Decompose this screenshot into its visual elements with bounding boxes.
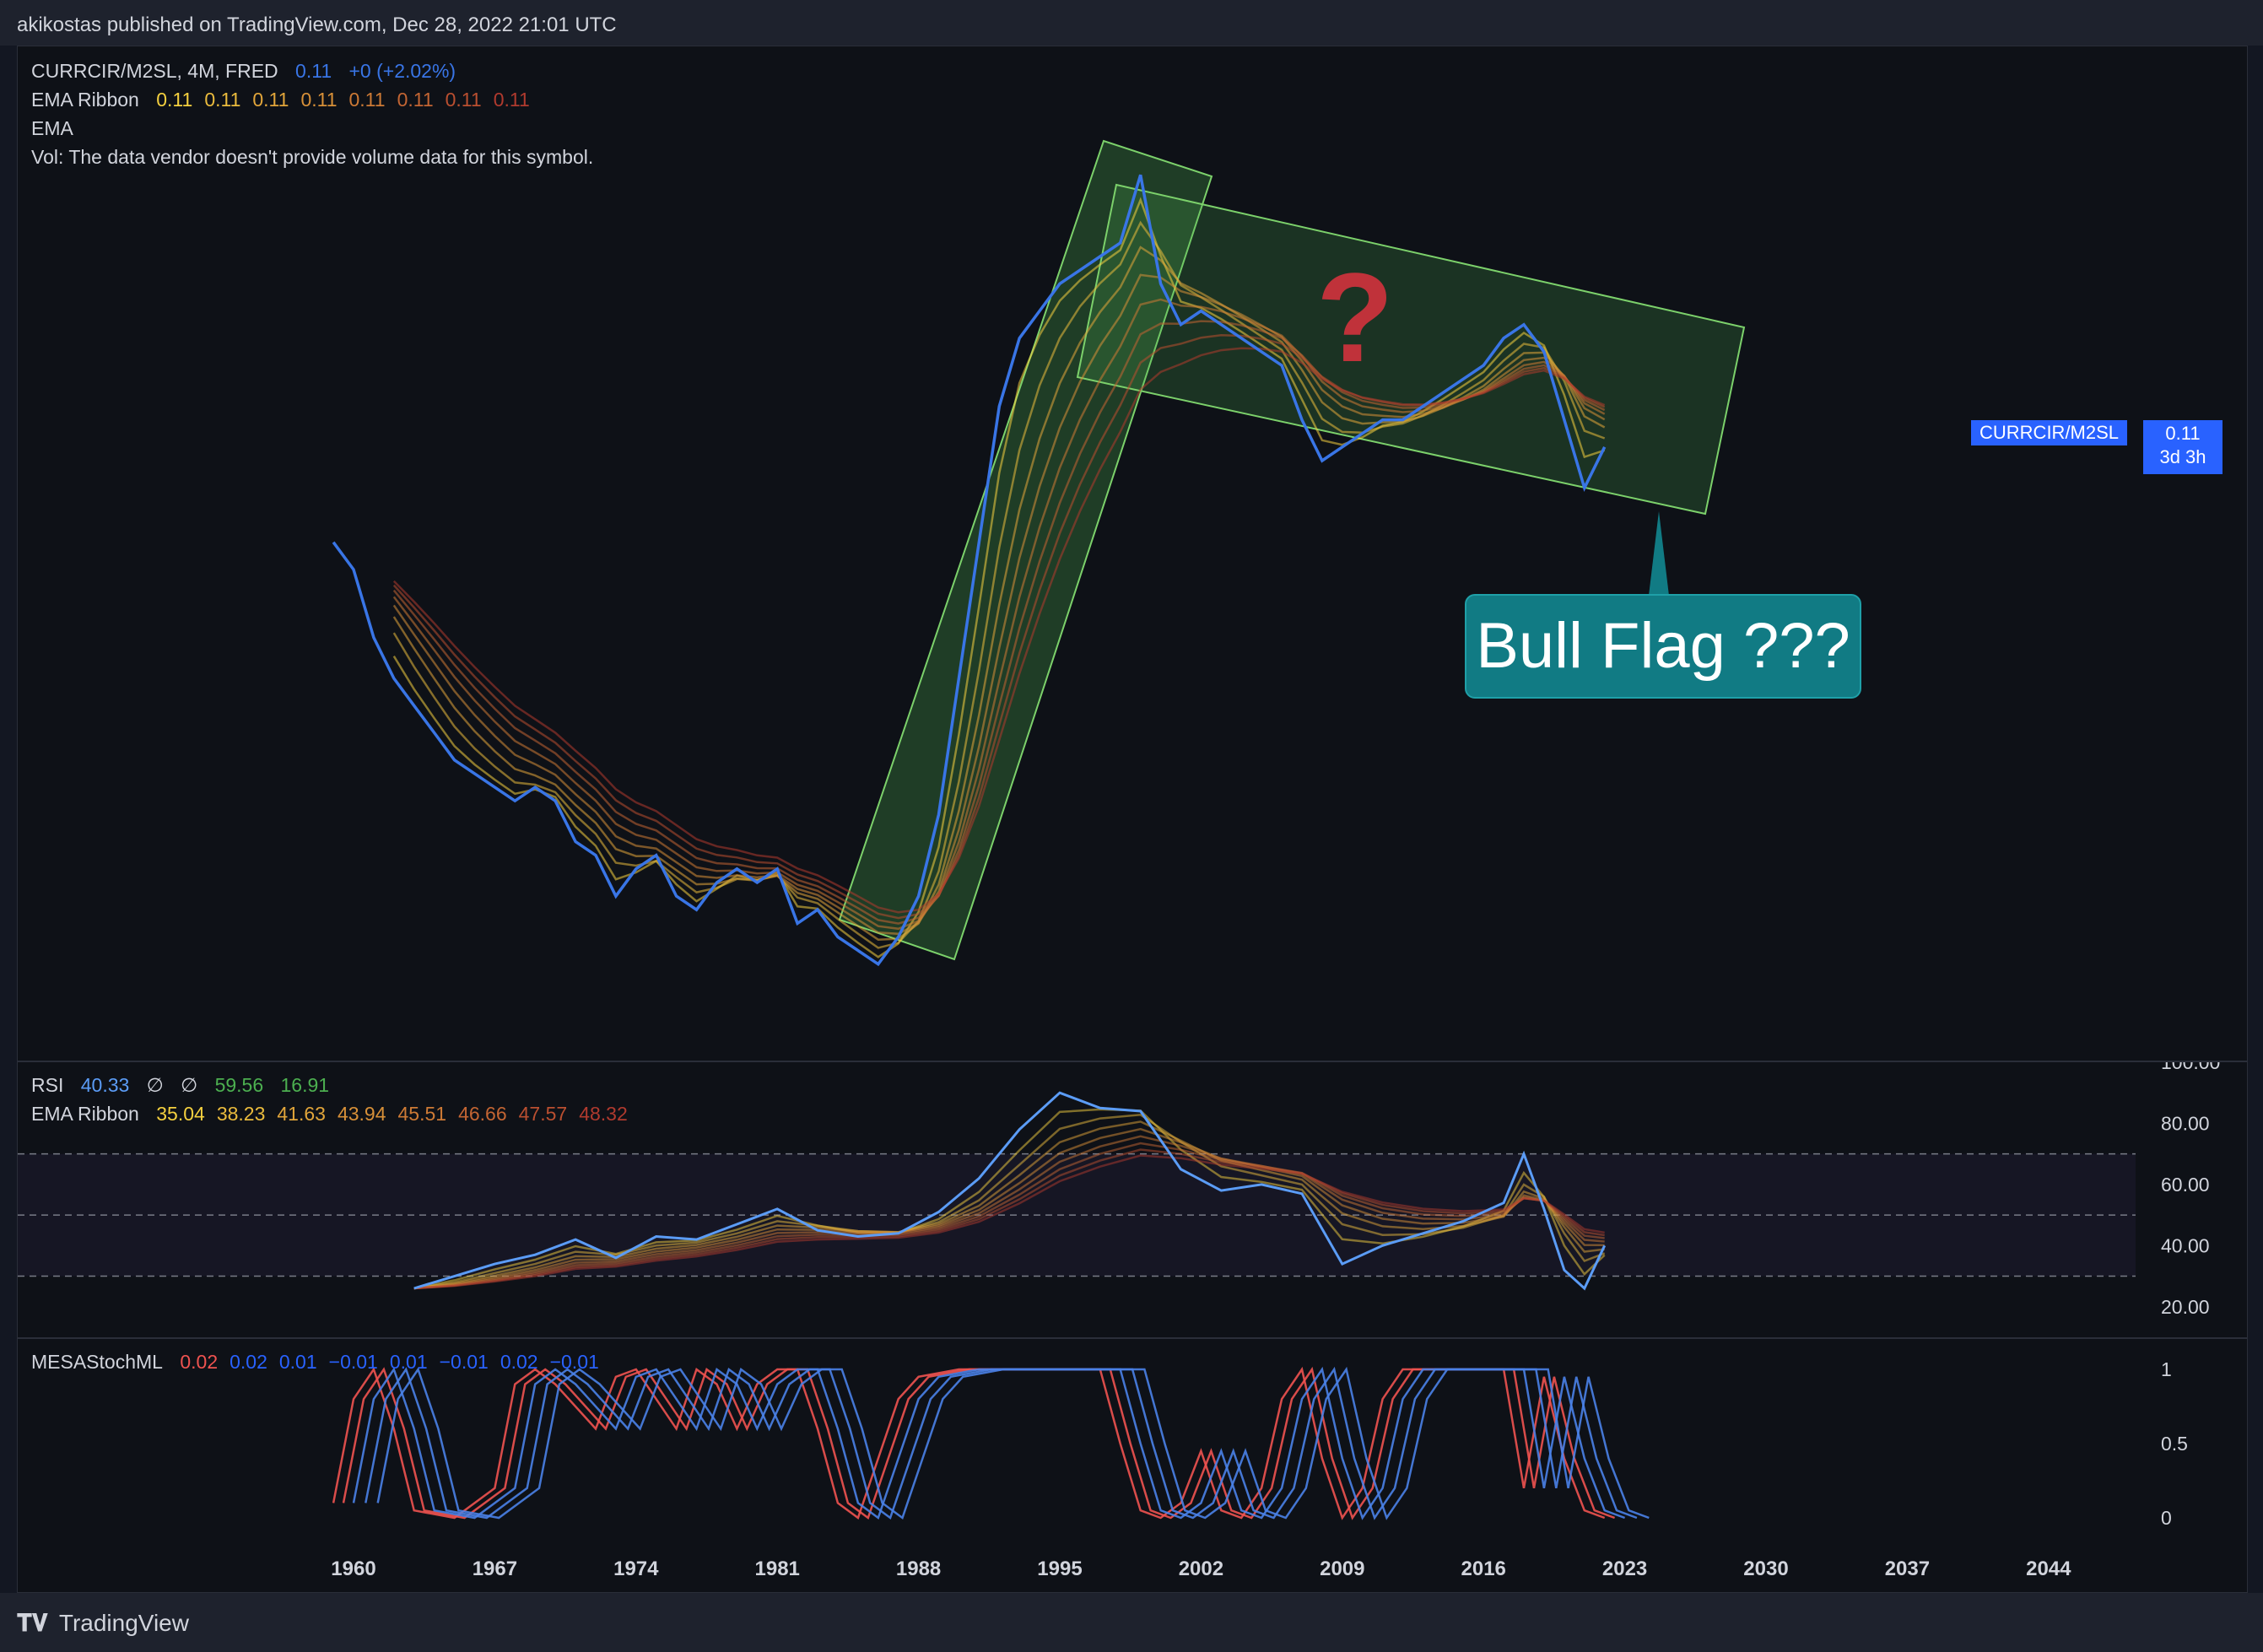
ema-ribbon-value-7: 0.11 <box>493 89 530 111</box>
ema-label: EMA <box>31 117 73 139</box>
xtick-1995: 1995 <box>1037 1558 1082 1580</box>
vol-legend[interactable]: Vol: The data vendor doesn't provide vol… <box>31 146 605 169</box>
ema-ribbon-value-5: 0.11 <box>397 89 434 111</box>
price-panel[interactable]: CURRCIR/M2SL, 4M, FRED 0.11 +0 (+2.02%) … <box>17 46 2248 1061</box>
mesa-ytick-1: 0.5 <box>2161 1433 2188 1455</box>
rsi-ema-ribbon-legend[interactable]: EMA Ribbon 35.04 38.23 41.63 43.94 45.51 46.6… <box>31 1103 640 1126</box>
rsi-ytick-2: 60.00 <box>2161 1174 2210 1196</box>
xtick-1967: 1967 <box>473 1558 517 1580</box>
xtick-1988: 1988 <box>896 1558 941 1580</box>
symbol-price-tag: CURRCIR/M2SL <box>1971 420 2128 445</box>
ema-ribbon-value-0: 0.11 <box>156 89 193 111</box>
rsi-ema-ribbon-value-3: 43.94 <box>337 1103 386 1125</box>
xtick-2002: 2002 <box>1179 1558 1223 1580</box>
rsi-ytick-4: 20.00 <box>2161 1296 2210 1318</box>
question-mark-annotation[interactable]: ? <box>1316 245 1394 391</box>
last-price-value: 0.11 <box>2165 423 2201 444</box>
bull-flag-callout[interactable]: Bull Flag ??? <box>1465 594 1861 699</box>
mesa-value-7: −0.01 <box>549 1351 599 1373</box>
mesa-value-2: 0.01 <box>278 1351 317 1373</box>
rsi-lower: 16.91 <box>280 1074 330 1096</box>
rsi-ema-ribbon-value-5: 46.66 <box>458 1103 507 1125</box>
ema-ribbon-value-6: 0.11 <box>445 89 482 111</box>
rsi-label: RSI <box>31 1074 64 1096</box>
callout-pointer <box>1649 511 1669 596</box>
rsi-upper: 59.56 <box>214 1074 264 1096</box>
mesa-line-2 <box>352 1366 1626 1520</box>
ema-ribbon-value-3: 0.11 <box>300 89 338 111</box>
rsi-ema-ribbon-value-2: 41.63 <box>277 1103 326 1125</box>
rsi-na-1: ∅ <box>146 1074 164 1096</box>
rsi-panel[interactable]: 100.00 80.00 60.00 40.00 20.00 RSI 40.33 ∅ ∅… <box>17 1061 2248 1338</box>
rsi-legend[interactable]: RSI 40.33 ∅ ∅ 59.56 16.91 <box>31 1074 341 1097</box>
mesa-ytick-0: 1 <box>2161 1358 2172 1380</box>
tradingview-logo[interactable]: 𝐓𝐕 TradingView <box>17 1610 189 1638</box>
ema-ribbon-value-1: 0.11 <box>204 89 241 111</box>
ema-ribbon-label: EMA Ribbon <box>31 89 139 111</box>
mesa-legend[interactable]: MESAStochML 0.02 0.02 0.01 −0.01 0.01 −0.01 0.… <box>31 1351 611 1374</box>
xtick-1981: 1981 <box>755 1558 800 1580</box>
rsi-ema-ribbon-label: EMA Ribbon <box>31 1103 139 1125</box>
mesa-value-1: 0.02 <box>230 1351 267 1373</box>
rsi-ema-ribbon-value-7: 48.32 <box>579 1103 628 1125</box>
rsi-value: 40.33 <box>80 1074 130 1096</box>
xtick-2023: 2023 <box>1602 1558 1647 1580</box>
rsi-ema-ribbon-value-0: 35.04 <box>156 1103 205 1125</box>
rsi-ytick-3: 40.00 <box>2161 1234 2210 1256</box>
xtick-2044: 2044 <box>2026 1558 2071 1580</box>
xtick-1960: 1960 <box>331 1558 375 1580</box>
rsi-ema-ribbon-value-6: 47.57 <box>518 1103 568 1125</box>
xtick-2016: 2016 <box>1461 1558 1506 1580</box>
mesa-ytick-2: 0 <box>2161 1507 2172 1529</box>
rsi-ema-ribbon-value-4: 45.51 <box>397 1103 447 1125</box>
tradingview-logo-icon: 𝐓𝐕 <box>17 1610 48 1636</box>
symbol-change: +0 (+2.02%) <box>348 60 456 82</box>
price-chart-svg[interactable] <box>18 46 2247 1061</box>
xtick-2030: 2030 <box>1743 1558 1788 1580</box>
ema-ribbon-legend[interactable]: EMA Ribbon 0.11 0.11 0.11 0.11 0.11 0.11 0.11 0… <box>31 89 542 111</box>
last-price-label: 0.11 3d 3h <box>2143 420 2222 474</box>
bar-countdown: 3d 3h <box>2159 446 2206 467</box>
main-legend-row1: CURRCIR/M2SL, 4M, FRED 0.11 +0 (+2.02%) <box>31 60 467 83</box>
mesa-value-4: 0.01 <box>389 1351 428 1373</box>
rsi-na-2: ∅ <box>181 1074 198 1096</box>
rsi-ytick-0: 100.00 <box>2161 1062 2220 1073</box>
mesa-value-0: 0.02 <box>180 1351 219 1373</box>
publish-text: akikostas published on TradingView.com, … <box>17 13 617 36</box>
mesa-line-4 <box>376 1366 1650 1520</box>
xtick-1974: 1974 <box>613 1558 659 1580</box>
mesa-chart-svg[interactable]: 1 0.5 0 1960 1967 1974 1981 1988 1995 2002 2009 201… <box>18 1339 2247 1592</box>
xtick-2009: 2009 <box>1320 1558 1364 1580</box>
mesa-line-3 <box>365 1366 1638 1520</box>
vol-label: Vol: The data vendor doesn't provide vol… <box>31 146 594 168</box>
xtick-2037: 2037 <box>1885 1558 1930 1580</box>
rsi-ema-ribbon-value-1: 38.23 <box>216 1103 266 1125</box>
symbol-value: 0.11 <box>295 60 332 82</box>
publish-header: akikostas published on TradingView.com, … <box>0 0 2263 46</box>
ema-legend[interactable]: EMA <box>31 117 85 140</box>
mesa-value-6: 0.02 <box>500 1351 538 1373</box>
ema-ribbon-value-4: 0.11 <box>348 89 386 111</box>
tradingview-logo-text: TradingView <box>58 1610 189 1636</box>
mesa-panel[interactable]: 1 0.5 0 1960 1967 1974 1981 1988 1995 2002 2009 201… <box>17 1338 2248 1593</box>
flag-channel <box>1076 183 1746 516</box>
ema-ribbon-value-2: 0.11 <box>252 89 289 111</box>
mesa-label: MESAStochML <box>31 1351 163 1373</box>
symbol-line[interactable]: CURRCIR/M2SL, 4M, FRED <box>31 60 278 82</box>
footer: 𝐓𝐕 TradingView <box>0 1593 2263 1652</box>
mesa-value-5: −0.01 <box>439 1351 489 1373</box>
rsi-ytick-1: 80.00 <box>2161 1112 2210 1134</box>
mesa-value-3: −0.01 <box>328 1351 378 1373</box>
